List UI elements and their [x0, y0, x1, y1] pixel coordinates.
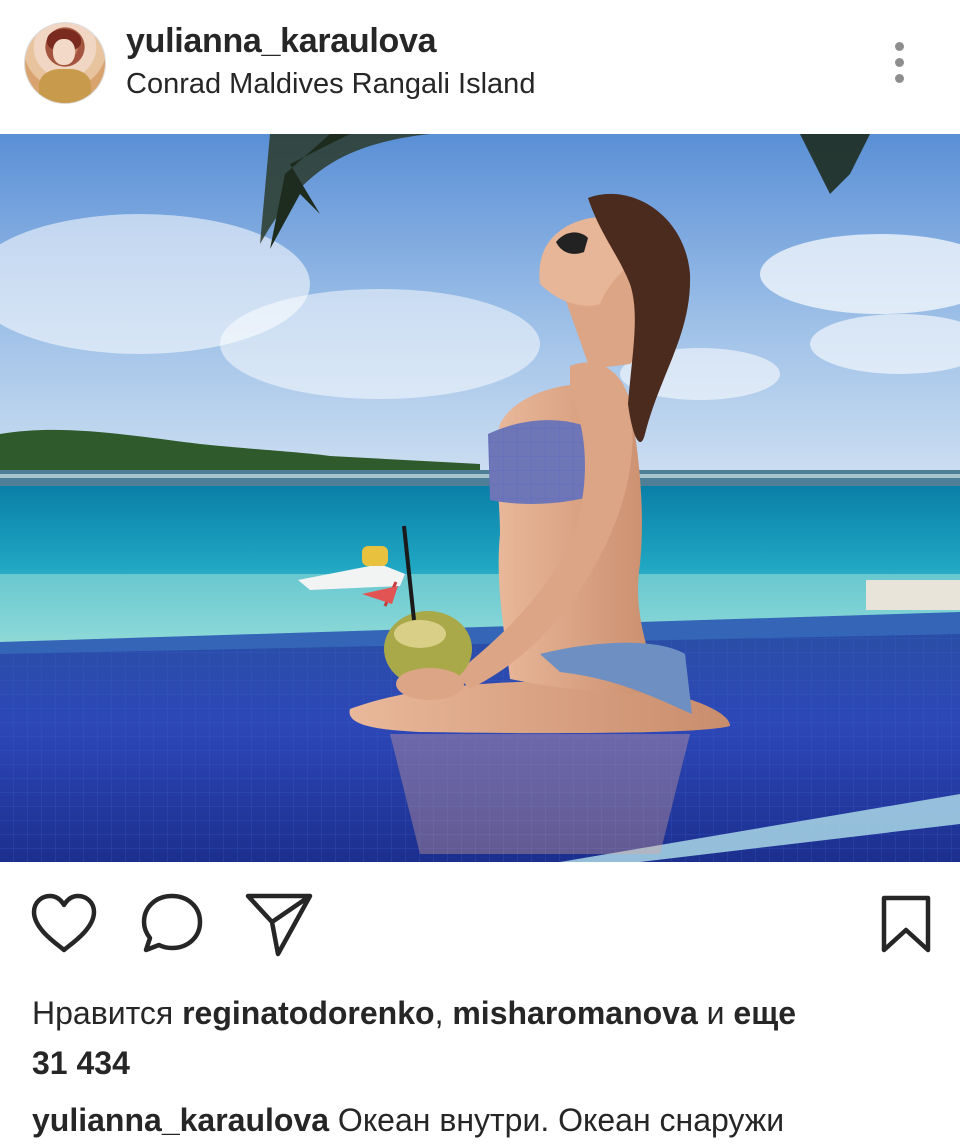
comment-bubble-icon[interactable]	[140, 892, 204, 956]
caption-username[interactable]: yulianna_karaulova	[32, 1102, 329, 1138]
liker-link-2[interactable]: misharomanova	[452, 995, 697, 1031]
vertical-dots-icon-dot	[895, 74, 904, 83]
likes-summary: Нравится reginatodorenko, misharomanova …	[32, 988, 932, 1088]
action-bar	[0, 862, 960, 982]
heart-icon[interactable]	[30, 892, 98, 954]
liker-link-1[interactable]: reginatodorenko	[182, 995, 434, 1031]
post-photo[interactable]	[0, 134, 960, 862]
paper-plane-icon[interactable]	[244, 892, 314, 958]
likes-count[interactable]: 31 434	[32, 1045, 130, 1081]
avatar-dress	[39, 69, 91, 103]
likes-prefix: Нравится	[32, 995, 174, 1031]
likes-and: и	[706, 995, 725, 1031]
photo-illustration	[0, 134, 960, 862]
likes-more-link[interactable]: еще	[733, 995, 796, 1031]
post-header: yulianna_karaulova Conrad Maldives Ranga…	[0, 0, 960, 134]
post-location[interactable]: Conrad Maldives Rangali Island	[126, 68, 535, 101]
post-username[interactable]: yulianna_karaulova	[126, 22, 437, 61]
vertical-dots-icon	[895, 42, 904, 51]
caption-text: Океан внутри. Океан снаружи	[337, 1102, 785, 1138]
post-caption: yulianna_karaulova Океан внутри. Океан с…	[32, 1098, 784, 1142]
vertical-dots-icon-dot	[895, 58, 904, 67]
bookmark-icon[interactable]	[880, 894, 932, 954]
likes-separator: ,	[434, 995, 444, 1031]
avatar[interactable]	[24, 22, 106, 104]
avatar-face	[53, 39, 75, 65]
more-options-button[interactable]	[880, 38, 920, 88]
